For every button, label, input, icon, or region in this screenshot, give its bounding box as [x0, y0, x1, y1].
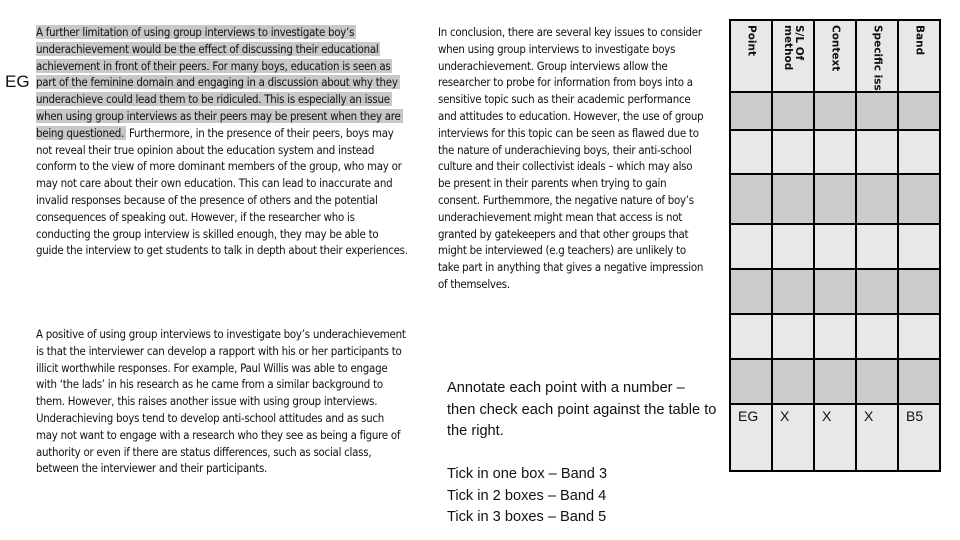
table-column: Band B5	[899, 21, 939, 470]
table-cell[interactable]	[899, 360, 939, 405]
table-cell-value: B5	[906, 408, 924, 424]
band-rule-1: Tick in one box – Band 3	[447, 466, 608, 482]
table-cell[interactable]	[731, 175, 771, 225]
table-cell[interactable]	[857, 270, 897, 315]
table-cell[interactable]	[773, 270, 813, 315]
instructions-text: Annotate each point with a number – then…	[447, 380, 717, 439]
table-cell[interactable]	[857, 225, 897, 270]
table-cell-value: X	[822, 408, 832, 424]
table-header-cell: Point	[731, 21, 771, 93]
table-cell[interactable]	[773, 93, 813, 131]
table-header-label: Context	[829, 25, 842, 72]
table-cell[interactable]	[773, 315, 813, 360]
table-cell[interactable]	[815, 270, 855, 315]
table-cell[interactable]	[899, 175, 939, 225]
highlighted-text: A further limitation of using group inte…	[36, 25, 403, 140]
table-cell[interactable]: X	[773, 405, 813, 470]
table-column: S/L Of method X	[773, 21, 815, 470]
table-cell[interactable]	[815, 225, 855, 270]
instructions-box: Annotate each point with a number – then…	[447, 378, 717, 529]
table-cell[interactable]	[731, 315, 771, 360]
table-header-cell: Context	[815, 21, 855, 93]
table-cell[interactable]: B5	[899, 405, 939, 470]
table-header-label: S/L Of method	[782, 25, 805, 71]
table-cell[interactable]: EG	[731, 405, 771, 470]
paragraph-text: Furthermore, in the presence of their pe…	[36, 125, 408, 258]
table-cell[interactable]	[815, 360, 855, 405]
table-header-cell: Specific issue	[857, 21, 897, 105]
table-cell[interactable]: X	[815, 405, 855, 470]
table-column: Point EG	[731, 21, 773, 470]
checklist-table: Point EG S/L Of method X Context X Specific is…	[729, 19, 941, 472]
table-cell[interactable]	[899, 225, 939, 270]
table-cell[interactable]	[899, 270, 939, 315]
table-cell[interactable]: X	[857, 405, 897, 470]
table-cell[interactable]	[857, 93, 897, 131]
table-cell[interactable]	[899, 93, 939, 131]
table-cell[interactable]	[731, 270, 771, 315]
table-cell[interactable]	[815, 131, 855, 175]
table-header-label: Point	[745, 25, 758, 57]
table-cell[interactable]	[857, 175, 897, 225]
table-header-label: Band	[913, 25, 926, 56]
paragraph-positive: A positive of using group interviews to …	[36, 327, 406, 476]
table-cell[interactable]	[773, 225, 813, 270]
table-cell[interactable]	[731, 225, 771, 270]
table-cell[interactable]	[773, 131, 813, 175]
table-cell[interactable]	[857, 360, 897, 405]
table-cell[interactable]	[731, 131, 771, 175]
table-cell[interactable]	[731, 93, 771, 131]
table-cell[interactable]	[857, 131, 897, 175]
table-cell-value: X	[780, 408, 790, 424]
table-cell[interactable]	[815, 315, 855, 360]
table-cell[interactable]	[899, 315, 939, 360]
table-cell[interactable]	[815, 93, 855, 131]
table-column: Specific issue X	[857, 21, 899, 470]
table-cell[interactable]	[857, 315, 897, 360]
band-rule-3: Tick in 3 boxes – Band 5	[447, 509, 607, 525]
paragraph-limitation: A further limitation of using group inte…	[36, 24, 408, 259]
band-rule-2: Tick in 2 boxes – Band 4	[447, 487, 607, 504]
table-header-cell: S/L Of method	[773, 21, 813, 93]
table-cell[interactable]	[815, 175, 855, 225]
table-cell-value: EG	[738, 408, 759, 424]
table-cell[interactable]	[773, 175, 813, 225]
table-cell[interactable]	[773, 360, 813, 405]
table-header-cell: Band	[899, 21, 939, 93]
eg-annotation-label: EG	[5, 72, 30, 91]
paragraph-conclusion: In conclusion, there are several key iss…	[438, 25, 704, 291]
table-cell[interactable]	[899, 131, 939, 175]
table-cell-value: X	[864, 408, 874, 424]
table-cell[interactable]	[731, 360, 771, 405]
table-column: Context X	[815, 21, 857, 470]
